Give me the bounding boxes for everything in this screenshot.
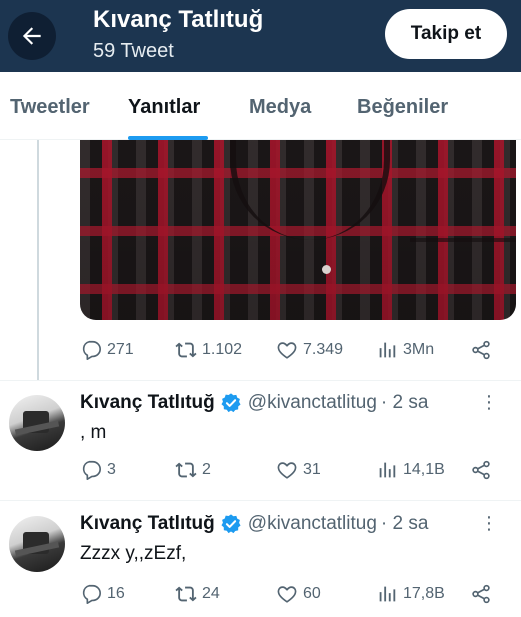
- more-options-button[interactable]: ⋮: [480, 513, 499, 534]
- retweet-icon: [175, 342, 197, 358]
- reply-count: 271: [107, 341, 134, 358]
- back-button[interactable]: [8, 12, 56, 60]
- like-count: 60: [303, 585, 321, 602]
- tab-likes[interactable]: Beğeniler: [357, 96, 448, 119]
- views-button[interactable]: 3Mn: [376, 336, 434, 364]
- view-count: 17,8B: [403, 585, 445, 602]
- divider: [0, 500, 521, 501]
- reply-button[interactable]: 3: [80, 456, 116, 484]
- profile-header: Kıvanç Tatlıtuğ 59 Tweet Takip et: [0, 0, 521, 72]
- analytics-icon: [379, 462, 396, 478]
- heart-icon: [277, 586, 297, 603]
- share-icon: [472, 460, 490, 480]
- author-name[interactable]: Kıvanç Tatlıtuğ: [80, 392, 215, 414]
- tab-tweets[interactable]: Tweetler: [10, 96, 90, 119]
- shirt-button: [322, 265, 331, 274]
- author-handle[interactable]: @kivanctatlitug: [248, 392, 377, 414]
- reply-icon: [82, 460, 101, 480]
- author-name[interactable]: Kıvanç Tatlıtuğ: [80, 513, 215, 535]
- share-button[interactable]: [470, 456, 497, 484]
- tweet-header: Kıvanç Tatlıtuğ @kivanctatlitug · 2 sa: [80, 513, 428, 535]
- profile-tabs: Tweetler Yanıtlar Medya Beğeniler: [0, 72, 521, 140]
- verified-badge-icon: [221, 514, 241, 534]
- reply-count: 16: [107, 585, 125, 602]
- reply-icon: [82, 340, 101, 360]
- retweet-count: 2: [202, 461, 211, 478]
- tweet-actions: 16 24 60 17,8B: [80, 580, 500, 608]
- tweet-text: , m: [80, 422, 107, 443]
- arrow-left-icon: [22, 27, 41, 45]
- view-count: 14,1B: [403, 461, 445, 478]
- share-icon: [472, 340, 490, 360]
- tweet-time[interactable]: · 2 sa: [381, 513, 429, 535]
- thread-connector-line: [37, 140, 39, 380]
- tweet-actions: 271 1.102 7.349 3Mn: [80, 336, 500, 364]
- avatar[interactable]: [9, 395, 65, 451]
- share-button[interactable]: [470, 580, 497, 608]
- shirt-pocket: [410, 238, 516, 242]
- tweet-header: Kıvanç Tatlıtuğ @kivanctatlitug · 2 sa: [80, 392, 428, 414]
- like-button[interactable]: 31: [276, 456, 321, 484]
- avatar[interactable]: [9, 516, 65, 572]
- heart-icon: [277, 462, 297, 479]
- author-handle[interactable]: @kivanctatlitug: [248, 513, 377, 535]
- reply-icon: [82, 584, 101, 604]
- retweet-icon: [175, 586, 197, 602]
- like-button[interactable]: 60: [276, 580, 321, 608]
- tab-media[interactable]: Medya: [249, 96, 311, 119]
- retweet-button[interactable]: 1.102: [175, 336, 242, 364]
- tab-replies[interactable]: Yanıtlar: [128, 96, 200, 119]
- views-button[interactable]: 14,1B: [376, 456, 445, 484]
- tweet-time[interactable]: · 2 sa: [381, 392, 429, 414]
- like-count: 7.349: [303, 341, 344, 358]
- retweet-count: 1.102: [202, 341, 243, 358]
- like-button[interactable]: 7.349: [276, 336, 343, 364]
- divider: [0, 380, 521, 381]
- view-count: 3Mn: [403, 341, 435, 358]
- tweet-count: 59 Tweet: [93, 40, 174, 62]
- like-count: 31: [303, 461, 321, 478]
- tweet-text: Zzzx y,,zEzf,: [80, 543, 187, 564]
- reply-button[interactable]: 16: [80, 580, 125, 608]
- share-button[interactable]: [470, 336, 497, 364]
- retweet-count: 24: [202, 585, 220, 602]
- views-button[interactable]: 17,8B: [376, 580, 445, 608]
- analytics-icon: [379, 586, 396, 602]
- retweet-button[interactable]: 2: [175, 456, 211, 484]
- reply-count: 3: [107, 461, 116, 478]
- verified-badge-icon: [221, 393, 241, 413]
- retweet-button[interactable]: 24: [175, 580, 220, 608]
- share-icon: [472, 584, 490, 604]
- analytics-icon: [379, 342, 396, 358]
- more-options-button[interactable]: ⋮: [480, 392, 499, 413]
- follow-button[interactable]: Takip et: [385, 9, 507, 59]
- reply-button[interactable]: 271: [80, 336, 134, 364]
- heart-icon: [277, 342, 297, 359]
- profile-name-title: Kıvanç Tatlıtuğ: [93, 6, 264, 33]
- tweet-media-image[interactable]: [80, 140, 516, 320]
- tweet-actions: 3 2 31 14,1B: [80, 456, 500, 484]
- retweet-icon: [175, 462, 197, 478]
